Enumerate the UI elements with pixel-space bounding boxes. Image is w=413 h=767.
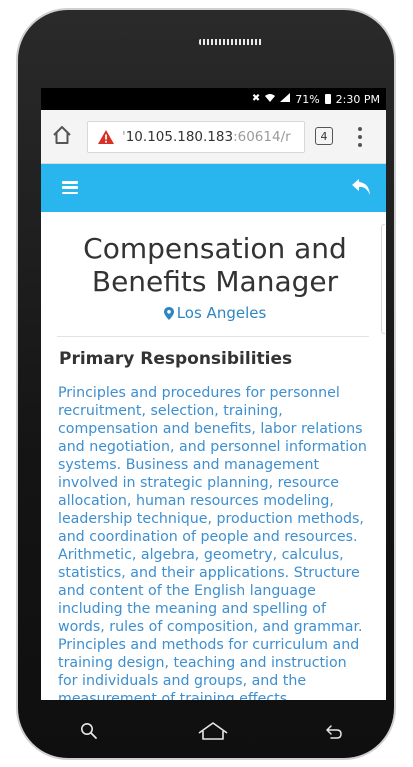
address-bar[interactable]: ' 10.105.180.183:60614/r bbox=[87, 121, 305, 153]
menu-icon[interactable] bbox=[62, 181, 78, 194]
status-bar: ✖ 71% 2:30 PM bbox=[41, 88, 386, 110]
tabs-icon[interactable]: 4 bbox=[315, 127, 333, 145]
url-path: :60614/r bbox=[233, 129, 291, 145]
battery-percent: 71% bbox=[295, 92, 320, 106]
more-vert-icon[interactable] bbox=[355, 127, 365, 147]
divider bbox=[57, 336, 369, 337]
nav-home-icon[interactable] bbox=[197, 721, 229, 741]
phone-screen: ✖ 71% 2:30 PM ' 10.105.180.183:60614/r 4 bbox=[41, 88, 386, 700]
clock: 2:30 PM bbox=[335, 92, 380, 106]
responsibilities-text: Principles and procedures for personnel … bbox=[58, 385, 367, 700]
android-nav-bar bbox=[41, 700, 386, 762]
search-icon[interactable] bbox=[80, 722, 98, 740]
speaker-grille bbox=[199, 39, 263, 45]
reply-icon[interactable] bbox=[350, 177, 372, 197]
home-icon[interactable] bbox=[51, 124, 73, 146]
warning-icon bbox=[98, 130, 114, 144]
scrollbar[interactable] bbox=[381, 224, 385, 334]
wifi-icon bbox=[265, 93, 276, 105]
signal-icon bbox=[280, 93, 291, 105]
app-header bbox=[41, 164, 386, 212]
page-content[interactable]: Compensation and Benefits Manager Los An… bbox=[41, 212, 386, 700]
battery-icon bbox=[324, 94, 331, 104]
mute-icon: ✖ bbox=[251, 93, 261, 104]
browser-toolbar: ' 10.105.180.183:60614/r 4 bbox=[41, 110, 386, 164]
section-heading: Primary Responsibilities bbox=[59, 349, 293, 369]
back-icon[interactable] bbox=[326, 724, 342, 739]
url-host: 10.105.180.183 bbox=[125, 129, 234, 145]
location-text: Los Angeles bbox=[176, 304, 267, 322]
page-title: Compensation and Benefits Manager bbox=[83, 232, 347, 298]
job-location: Los Angeles bbox=[55, 304, 375, 322]
map-pin-icon bbox=[163, 306, 174, 320]
